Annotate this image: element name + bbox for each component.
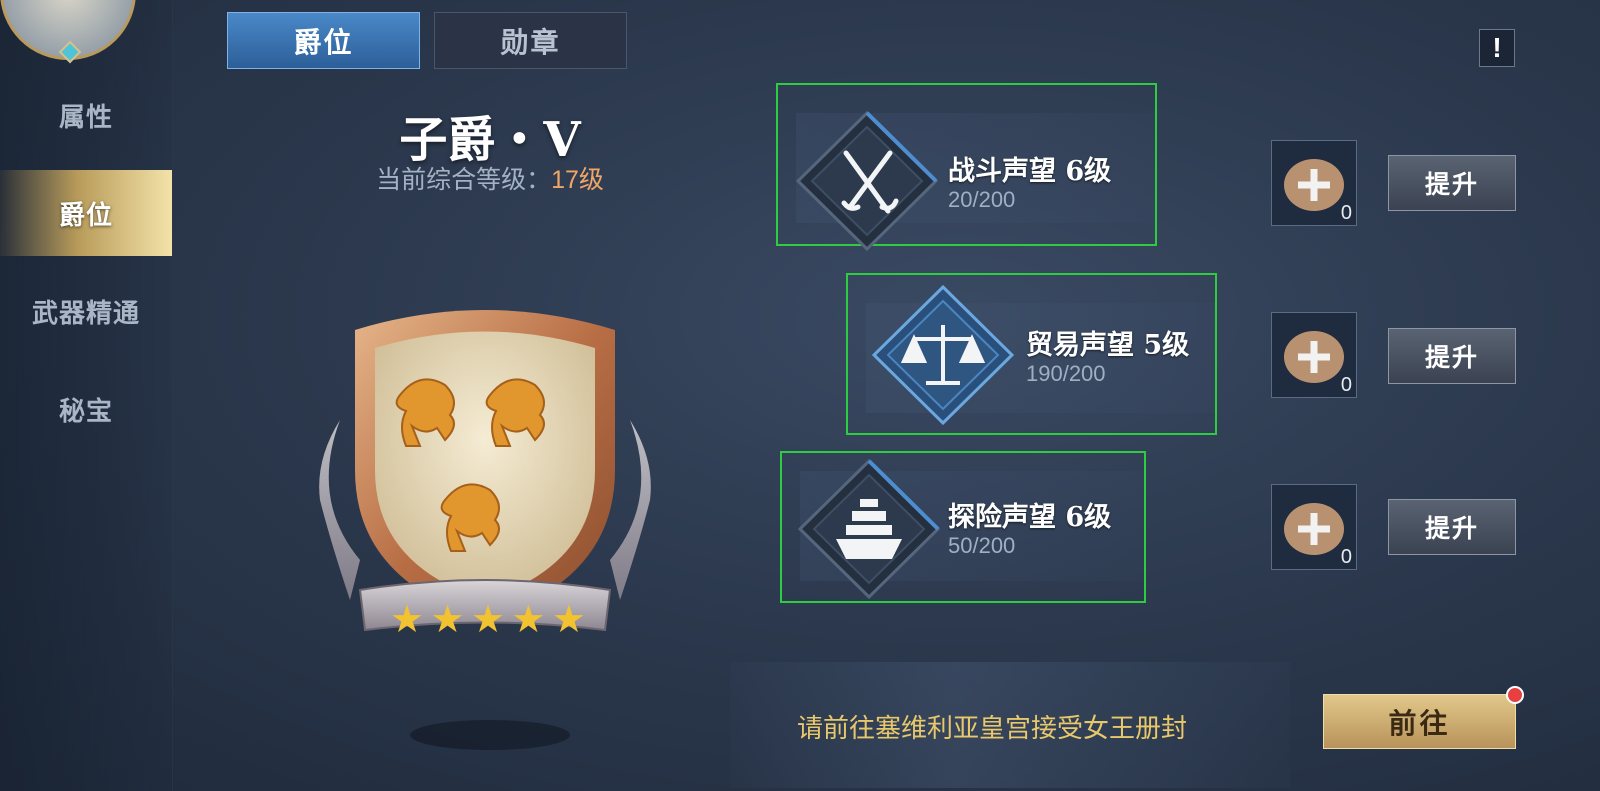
sidebar-item-nobility[interactable]: 爵位: [0, 170, 172, 256]
sidebar-item-label: 属性: [58, 102, 113, 133]
ship-icon: [797, 459, 941, 599]
tab-label: 勋章: [500, 25, 561, 59]
swords-icon: [795, 111, 939, 251]
info-button[interactable]: !: [1479, 29, 1515, 67]
scales-icon: [871, 285, 1015, 425]
reputation-name: 战斗声望 6级: [948, 156, 1112, 187]
sidebar-item-label: 秘宝: [58, 396, 113, 427]
reputation-progress: 50/200: [948, 533, 1016, 558]
reputation-row-trade: 贸易声望 5级 190/200: [846, 273, 1217, 435]
upgrade-exploration-button[interactable]: 提升: [1388, 499, 1516, 555]
upgrade-button-label: 提升: [1424, 343, 1479, 372]
upgrade-trade-button[interactable]: 提升: [1388, 328, 1516, 384]
overall-level: 当前综合等级：17级: [300, 160, 680, 196]
overall-level-value: 17级: [551, 166, 604, 194]
notification-dot-icon: [1506, 686, 1524, 704]
rank-stars: ★ ★ ★ ★ ★: [390, 600, 586, 640]
reputation-name: 探险声望 6级: [948, 502, 1112, 533]
goto-button[interactable]: 前往: [1323, 694, 1516, 749]
tab-nobility[interactable]: 爵位: [227, 12, 420, 69]
reputation-progress: 190/200: [1026, 361, 1106, 386]
sidebar-item-attributes[interactable]: 属性: [0, 72, 172, 158]
reputation-name: 贸易声望 5级: [1026, 330, 1190, 361]
quest-text: 请前往塞维利亚皇宫接受女王册封: [797, 713, 1188, 743]
item-count: 0: [1340, 374, 1352, 396]
item-count: 0: [1340, 546, 1352, 568]
sidebar-item-label: 武器精通: [31, 298, 140, 329]
reputation-progress: 20/200: [948, 187, 1016, 212]
item-count: 0: [1340, 202, 1352, 224]
exclamation-icon: !: [1492, 32, 1502, 63]
star-icon: ★: [511, 599, 546, 641]
upgrade-button-label: 提升: [1424, 514, 1479, 543]
shield-shadow: [410, 720, 570, 750]
goto-button-label: 前往: [1388, 706, 1451, 740]
tab-label: 爵位: [293, 25, 354, 59]
upgrade-button-label: 提升: [1424, 170, 1479, 199]
reputation-row-combat: 战斗声望 6级 20/200: [776, 83, 1157, 251]
sidebar-item-label: 爵位: [58, 200, 113, 231]
sidebar-item-treasure[interactable]: 秘宝: [0, 366, 172, 452]
sidebar-item-weapon-mastery[interactable]: 武器精通: [0, 268, 172, 354]
reputation-item-slot[interactable]: 0: [1271, 140, 1357, 226]
star-icon: ★: [470, 599, 506, 641]
upgrade-combat-button[interactable]: 提升: [1388, 155, 1516, 211]
tab-medals[interactable]: 勋章: [434, 12, 627, 69]
reputation-row-exploration: 探险声望 6级 50/200: [780, 451, 1146, 603]
star-icon: ★: [390, 599, 425, 641]
reputation-item-slot[interactable]: 0: [1271, 484, 1357, 570]
reputation-item-slot[interactable]: 0: [1271, 312, 1357, 398]
star-icon: ★: [551, 599, 586, 641]
star-icon: ★: [430, 599, 465, 641]
overall-level-label: 当前综合等级：: [376, 166, 552, 194]
